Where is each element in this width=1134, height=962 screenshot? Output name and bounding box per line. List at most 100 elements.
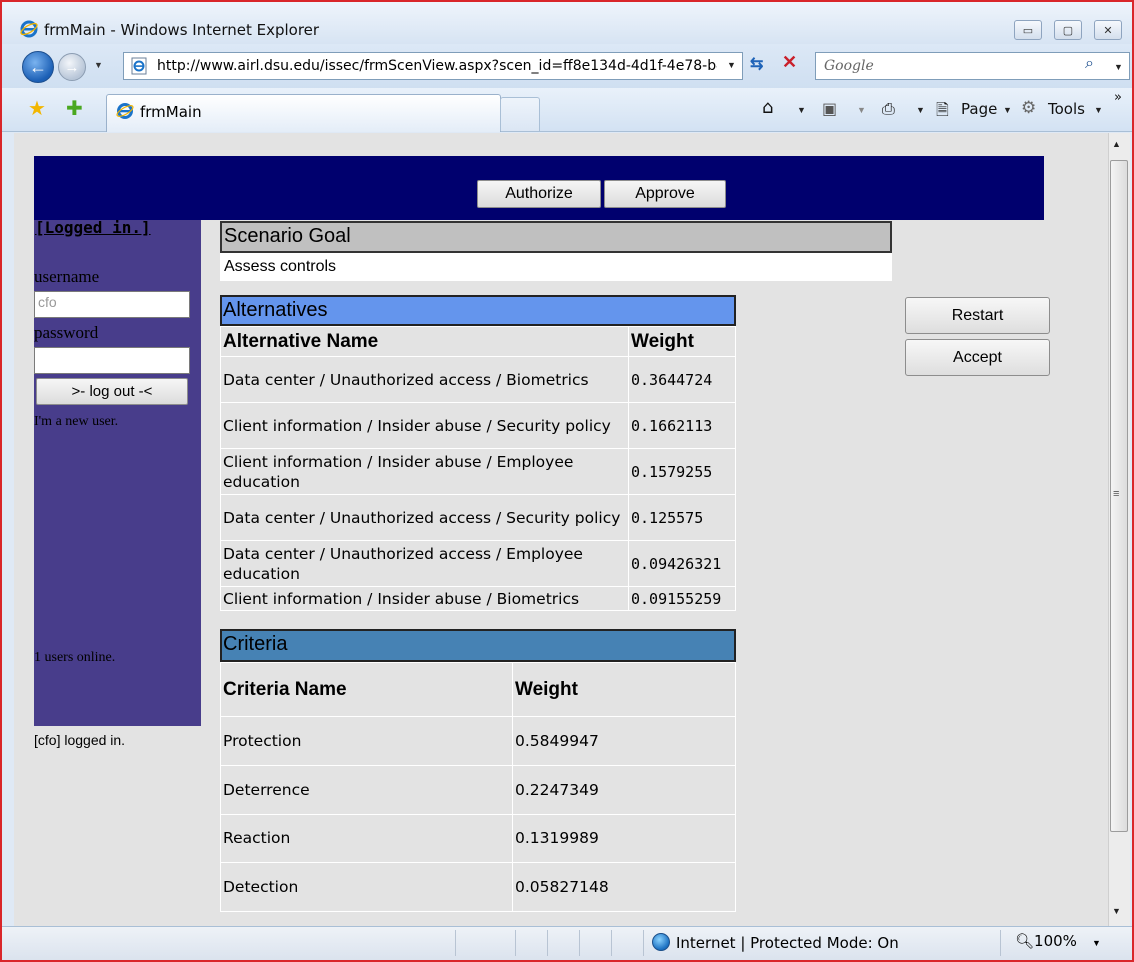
new-tab-button[interactable]	[500, 97, 540, 131]
feeds-icon[interactable]: ▣	[822, 99, 837, 118]
logout-button[interactable]: >- log out -<	[36, 378, 188, 405]
window-title: frmMain - Windows Internet Explorer	[44, 21, 320, 39]
table-row: Data center / Unauthorized access / Empl…	[220, 540, 736, 587]
criteria-weight: 0.2247349	[512, 764, 736, 815]
logged-in-heading[interactable]: [Logged in.]	[35, 218, 151, 237]
tools-menu[interactable]: Tools	[1048, 100, 1085, 118]
column-header-name: Alternative Name	[220, 326, 629, 357]
page-menu-icon: 🗎	[936, 100, 949, 119]
alternative-name: Client information / Insider abuse / Sec…	[220, 402, 629, 449]
criteria-table: Criteria Name Weight Protection 0.584994…	[220, 662, 736, 913]
new-user-link[interactable]: I'm a new user.	[34, 414, 118, 430]
table-row: Client information / Insider abuse / Emp…	[220, 448, 736, 495]
accept-button[interactable]: Accept	[905, 339, 1050, 376]
zoom-level[interactable]: 🔍︎100%	[1015, 932, 1077, 950]
status-divider	[579, 930, 580, 956]
ie-logo-icon	[20, 20, 38, 38]
status-divider	[643, 930, 644, 956]
alternative-weight: 0.3644724	[628, 356, 736, 403]
column-header-weight: Weight	[628, 326, 736, 357]
alternative-weight: 0.125575	[628, 494, 736, 541]
arrow-right-icon: →	[64, 58, 80, 76]
tools-dropdown-icon[interactable]: ▼	[1094, 105, 1103, 115]
alternative-name: Data center / Unauthorized access / Secu…	[220, 494, 629, 541]
scenario-goal-value: Assess controls	[220, 253, 892, 281]
alternatives-table: Alternative Name Weight Data center / Un…	[220, 326, 736, 611]
status-divider	[455, 930, 456, 956]
stop-icon[interactable]: ✕	[782, 52, 797, 73]
print-icon[interactable]: ⎙	[882, 99, 895, 119]
scroll-up-icon[interactable]: ▲	[1112, 139, 1121, 149]
alternative-name: Client information / Insider abuse / Emp…	[220, 448, 629, 495]
favorites-star-icon[interactable]: ★	[28, 96, 46, 121]
password-field[interactable]	[34, 347, 190, 374]
criteria-name: Detection	[220, 862, 513, 913]
username-label: username	[34, 267, 100, 286]
arrow-left-icon: ←	[29, 56, 47, 77]
security-zone[interactable]: Internet | Protected Mode: On	[676, 934, 899, 952]
refresh-icon[interactable]: ⇆	[750, 54, 763, 74]
feeds-dropdown-icon[interactable]: ▼	[857, 105, 866, 115]
table-row: Reaction 0.1319989	[220, 813, 736, 864]
address-dropdown-icon[interactable]: ▼	[727, 60, 736, 70]
print-dropdown-icon[interactable]: ▼	[916, 105, 925, 115]
scrollbar-grip-icon: ≡	[1113, 488, 1120, 500]
table-row: Data center / Unauthorized access / Secu…	[220, 494, 736, 541]
history-dropdown-icon[interactable]: ▼	[94, 60, 103, 70]
users-online-text: 1 users online.	[34, 650, 116, 665]
approve-button[interactable]: Approve	[604, 180, 726, 208]
table-row: Data center / Unauthorized access / Biom…	[220, 356, 736, 403]
table-header-row: Criteria Name Weight	[220, 662, 736, 717]
search-icon[interactable]: ⌕	[1085, 55, 1094, 73]
close-window-button[interactable]: ✕	[1094, 20, 1122, 40]
scroll-down-icon[interactable]: ▼	[1112, 906, 1121, 916]
criteria-name: Deterrence	[220, 764, 513, 815]
add-favorite-icon[interactable]: ✚	[66, 96, 83, 121]
page-icon	[131, 57, 147, 75]
restart-button[interactable]: Restart	[905, 297, 1050, 334]
table-row: Client information / Insider abuse / Bio…	[220, 586, 736, 611]
table-row: Protection 0.5849947	[220, 716, 736, 766]
username-field[interactable]: cfo	[34, 291, 190, 318]
tab-label: frmMain	[140, 103, 202, 121]
search-dropdown-icon[interactable]: ▼	[1114, 62, 1123, 72]
password-label: password	[34, 323, 99, 342]
alternative-weight: 0.1662113	[628, 402, 736, 449]
alternative-name: Client information / Insider abuse / Bio…	[220, 586, 629, 611]
alternative-weight: 0.09426321	[628, 540, 736, 587]
table-header-row: Alternative Name Weight	[220, 326, 736, 357]
status-divider	[515, 930, 516, 956]
minimize-icon: ▭	[1022, 24, 1034, 37]
column-header-name: Criteria Name	[220, 662, 513, 717]
zoom-dropdown-icon[interactable]: ▼	[1092, 938, 1101, 948]
status-bar	[2, 926, 1132, 960]
alternative-weight: 0.09155259	[628, 586, 736, 611]
scenario-goal-heading: Scenario Goal	[220, 221, 892, 253]
address-url[interactable]: http://www.airl.dsu.edu/issec/frmScenVie…	[157, 58, 717, 74]
authorize-button[interactable]: Authorize	[477, 180, 601, 208]
zoom-value: 100%	[1034, 932, 1077, 950]
alternatives-heading: Alternatives	[220, 295, 736, 326]
alternative-weight: 0.1579255	[628, 448, 736, 495]
gear-icon: ⚙	[1021, 98, 1037, 118]
status-divider	[547, 930, 548, 956]
globe-icon	[652, 933, 670, 951]
criteria-weight: 0.1319989	[512, 813, 736, 864]
criteria-weight: 0.05827148	[512, 862, 736, 913]
page-dropdown-icon[interactable]: ▼	[1003, 105, 1012, 115]
home-icon[interactable]: ⌂	[762, 97, 773, 118]
criteria-name: Protection	[220, 716, 513, 766]
search-placeholder: Google	[824, 58, 874, 74]
maximize-button[interactable]: ▢	[1054, 20, 1082, 40]
maximize-icon: ▢	[1062, 24, 1074, 37]
table-row: Deterrence 0.2247349	[220, 764, 736, 815]
status-divider	[1000, 930, 1001, 956]
forward-button[interactable]: →	[58, 53, 86, 81]
minimize-button[interactable]: ▭	[1014, 20, 1042, 40]
page-menu[interactable]: Page	[961, 100, 997, 118]
more-commands-chevron-icon[interactable]: »	[1114, 90, 1122, 105]
home-dropdown-icon[interactable]: ▼	[797, 105, 806, 115]
back-button[interactable]: ←	[22, 51, 54, 83]
alternative-name: Data center / Unauthorized access / Biom…	[220, 356, 629, 403]
criteria-name: Reaction	[220, 813, 513, 864]
